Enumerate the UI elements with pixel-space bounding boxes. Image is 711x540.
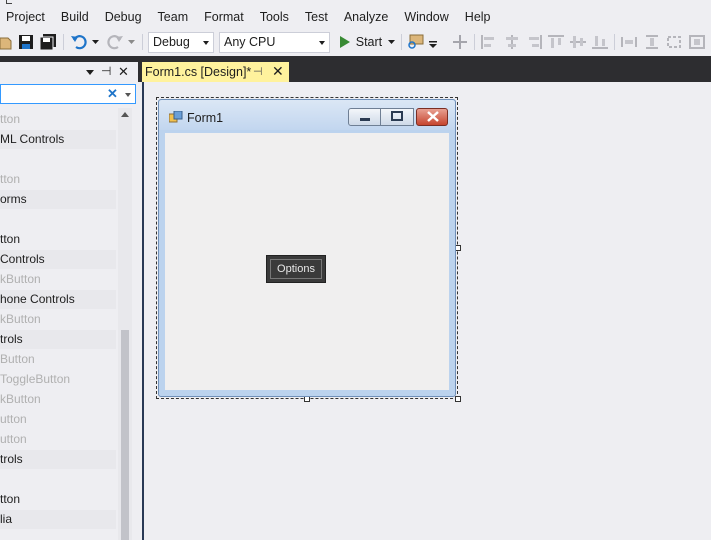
close-window-button[interactable] <box>416 108 448 126</box>
form1-client-area[interactable]: Options <box>165 133 449 390</box>
toolbox-header: ⊣ ✕ <box>0 62 138 82</box>
toolbox-item[interactable]: kButton <box>0 270 116 289</box>
toolbox-category[interactable]: trols <box>0 330 116 349</box>
close-toolbox-icon[interactable]: ✕ <box>118 64 129 80</box>
clear-search-icon[interactable]: ✕ <box>107 86 118 102</box>
toolbox-item[interactable]: kButton <box>0 390 116 409</box>
toolbox-item[interactable]: tton <box>0 230 116 249</box>
menu-debug[interactable]: Debug <box>97 6 150 28</box>
align-lefts-icon[interactable] <box>479 31 499 53</box>
toolbox-item[interactable] <box>0 470 116 489</box>
menu-bar: Project Build Debug Team Format Tools Test Anal… <box>0 6 711 28</box>
make-same-width-icon[interactable] <box>619 31 639 53</box>
solution-platform-select[interactable]: Any CPU <box>219 32 330 53</box>
form1-title: Form1 <box>187 111 224 125</box>
toolbox-category[interactable]: trols <box>0 450 116 469</box>
undo-dropdown-icon[interactable] <box>91 31 99 53</box>
chevron-down-icon <box>203 41 209 45</box>
toolbox-category[interactable]: Controls <box>0 250 116 269</box>
toolbox-scrollbar[interactable] <box>118 108 132 540</box>
menu-help[interactable]: Help <box>457 6 499 28</box>
toolbox-item[interactable]: tton <box>0 110 116 129</box>
form1-window[interactable]: Form1 Options <box>158 99 456 397</box>
tab-form1-design-label: Form1.cs [Design]* <box>145 65 252 79</box>
play-icon <box>340 36 350 48</box>
search-options-dropdown-icon[interactable] <box>125 93 131 97</box>
menu-analyze[interactable]: Analyze <box>336 6 396 28</box>
menu-project[interactable]: Project <box>0 6 53 28</box>
toolbox-category[interactable]: lia <box>0 510 116 529</box>
pin-tab-icon[interactable]: ⊣ <box>253 65 263 78</box>
chevron-down-icon <box>319 41 325 45</box>
toolbar-overflow-icon[interactable] <box>428 31 438 53</box>
maximize-button[interactable] <box>381 108 414 126</box>
scrollbar-thumb[interactable] <box>121 330 129 540</box>
align-rights-icon[interactable] <box>524 31 544 53</box>
save-icon[interactable] <box>17 31 35 53</box>
toolbox-item[interactable]: utton <box>0 410 116 429</box>
toolbar-separator <box>474 34 475 50</box>
align-centers-icon[interactable] <box>502 31 522 53</box>
menu-format[interactable]: Format <box>196 6 252 28</box>
toolbox-item[interactable]: Button <box>0 350 116 369</box>
undo-icon[interactable] <box>68 31 90 53</box>
close-tab-icon[interactable]: ✕ <box>272 63 284 80</box>
window-position-dropdown-icon[interactable] <box>86 70 94 75</box>
toolbox-list: tton ML Controls tton orms tton Controls kButt… <box>0 108 118 540</box>
redo-dropdown-icon[interactable] <box>127 31 135 53</box>
resize-handle-bottom-right[interactable] <box>455 396 461 402</box>
toolbox-category[interactable]: hone Controls <box>0 290 116 309</box>
toolbar-separator <box>63 34 64 50</box>
align-bottoms-icon[interactable] <box>590 31 610 53</box>
make-same-height-icon[interactable] <box>642 31 662 53</box>
toolbox-category[interactable]: orms <box>0 190 116 209</box>
pin-toolbox-icon[interactable]: ⊣ <box>101 64 111 78</box>
solution-configuration-value: Debug <box>153 35 190 49</box>
align-middles-icon[interactable] <box>568 31 588 53</box>
scroll-up-arrow-icon[interactable] <box>121 112 129 117</box>
close-icon <box>427 111 439 122</box>
toolbox-search-input[interactable]: ✕ <box>0 84 136 104</box>
menu-test[interactable]: Test <box>297 6 336 28</box>
toolbar-separator <box>142 34 143 50</box>
toolbox-item[interactable]: ToggleButton <box>0 370 116 389</box>
start-debugging-button[interactable]: Start <box>337 31 395 53</box>
toolbox-item[interactable]: kButton <box>0 310 116 329</box>
toolbox-item[interactable]: tton <box>0 170 116 189</box>
menu-build[interactable]: Build <box>53 6 97 28</box>
redo-icon[interactable] <box>104 31 126 53</box>
save-all-icon[interactable] <box>38 31 58 53</box>
minimize-icon <box>360 118 370 121</box>
align-tops-icon[interactable] <box>546 31 566 53</box>
tab-form1-design[interactable]: Form1.cs [Design]* ⊣ ✕ <box>142 62 289 82</box>
app-icon-fragment <box>6 0 12 4</box>
toolbox-item[interactable]: tton <box>0 490 116 509</box>
form-app-icon <box>169 111 183 123</box>
minimize-button[interactable] <box>348 108 381 126</box>
toolbar-separator <box>401 34 402 50</box>
maximize-icon <box>391 111 403 121</box>
options-button[interactable]: Options <box>266 255 326 283</box>
snap-to-grid-icon[interactable] <box>450 31 470 53</box>
form1-title-bar: Form1 <box>159 100 455 130</box>
toolbox-category[interactable]: ML Controls <box>0 130 116 149</box>
toolbar-separator <box>614 34 615 50</box>
size-to-grid-icon[interactable] <box>664 31 684 53</box>
chevron-down-icon <box>388 39 395 44</box>
solution-platform-value: Any CPU <box>224 35 276 49</box>
make-same-size-icon[interactable] <box>687 31 707 53</box>
toolbox-item[interactable] <box>0 210 116 229</box>
options-button-label: Options <box>270 259 322 279</box>
toolbox-item[interactable] <box>0 150 116 169</box>
main-toolbar: Debug Any CPU Start <box>0 28 711 56</box>
find-in-files-icon[interactable] <box>405 31 427 53</box>
menu-team[interactable]: Team <box>150 6 197 28</box>
menu-window[interactable]: Window <box>396 6 456 28</box>
open-file-icon[interactable] <box>0 31 14 53</box>
solution-configuration-select[interactable]: Debug <box>148 32 214 53</box>
start-label: Start <box>355 35 383 49</box>
toolbox-item[interactable]: utton <box>0 430 116 449</box>
menu-tools[interactable]: Tools <box>252 6 297 28</box>
